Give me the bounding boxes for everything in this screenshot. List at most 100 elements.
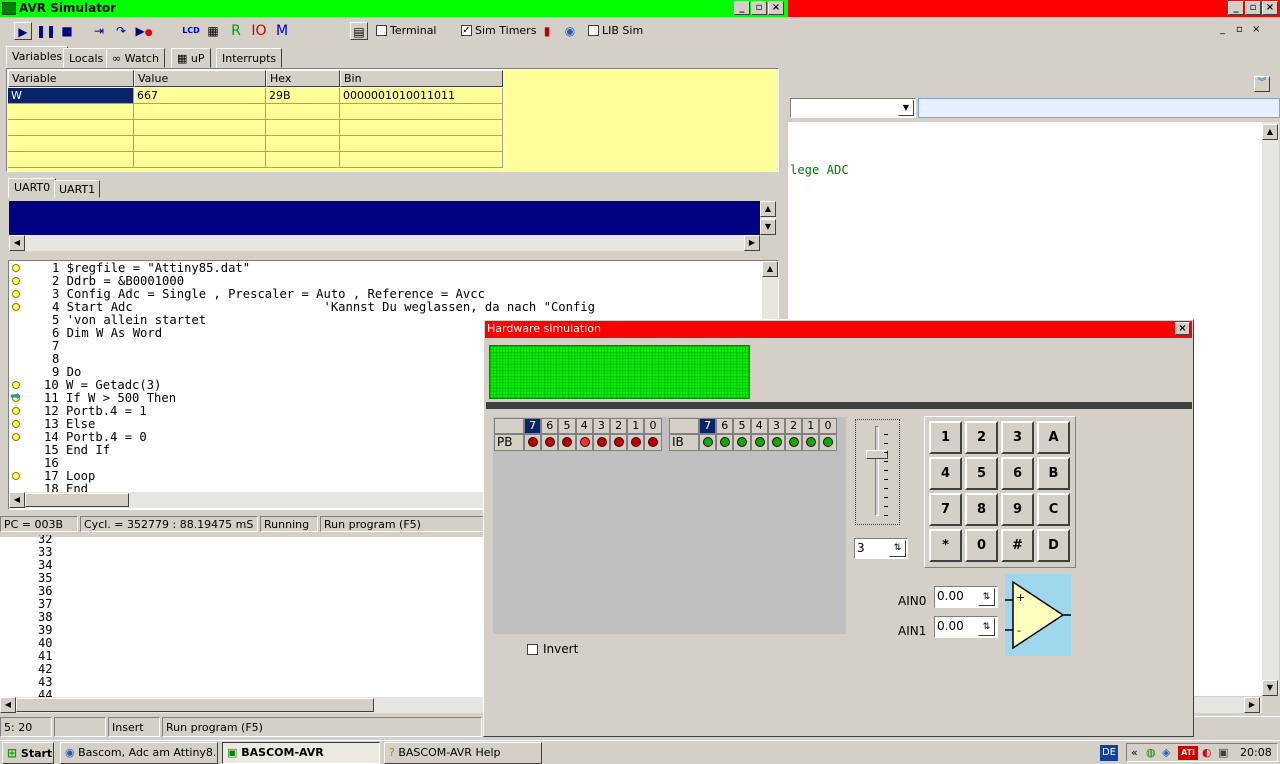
clock[interactable]: 20:08 xyxy=(1240,746,1272,759)
io-button[interactable]: IO xyxy=(248,22,270,40)
breakpoint-marker-icon[interactable] xyxy=(12,303,20,311)
keypad-key[interactable]: 4 xyxy=(929,457,962,490)
var-empty-cell[interactable] xyxy=(340,120,503,136)
var-column-header[interactable]: Bin xyxy=(340,70,503,87)
led-icon[interactable] xyxy=(737,437,748,447)
led-icon[interactable] xyxy=(823,437,834,447)
code-scroll-left-icon[interactable]: ◀ xyxy=(9,492,25,508)
keypad-key[interactable]: 5 xyxy=(965,457,998,490)
var-empty-cell[interactable] xyxy=(134,152,266,168)
run-button[interactable]: ▶ xyxy=(14,22,32,40)
chevron-down-icon[interactable]: ︾ xyxy=(1254,76,1270,92)
var-empty-cell[interactable] xyxy=(266,104,340,120)
mdi-restore-icon[interactable]: ▫ xyxy=(1236,24,1243,35)
scroll-up-arrow-icon[interactable]: ▲ xyxy=(1262,124,1278,140)
var-cell[interactable]: 29B xyxy=(266,88,340,104)
help-icon[interactable]: ◉ xyxy=(562,22,578,40)
breakpoint-marker-icon[interactable] xyxy=(12,407,20,415)
var-empty-cell[interactable] xyxy=(8,152,134,168)
var-cell[interactable]: 667 xyxy=(134,88,266,104)
lower-scroll-left-arrow-icon[interactable]: ◀ xyxy=(0,697,16,713)
led-icon[interactable] xyxy=(703,437,713,447)
hardware-sim-icon[interactable]: ▮ xyxy=(540,22,554,40)
keypad-key[interactable]: 1 xyxy=(929,421,962,454)
led-icon[interactable] xyxy=(789,437,799,447)
var-empty-cell[interactable] xyxy=(340,136,503,152)
bascom-minimize-button[interactable]: _ xyxy=(1228,1,1244,15)
stop-button[interactable]: ■ xyxy=(58,22,76,40)
breakpoint-marker-icon[interactable] xyxy=(12,381,20,389)
port-bit-cell[interactable] xyxy=(627,434,645,451)
var-empty-cell[interactable] xyxy=(134,104,266,120)
var-column-header[interactable]: Value xyxy=(134,70,266,87)
chip-icon[interactable]: ▦ xyxy=(204,22,222,40)
analog-slider[interactable] xyxy=(855,419,900,525)
tray-app-icon[interactable]: ◐ xyxy=(1202,746,1212,759)
led-icon[interactable] xyxy=(631,437,642,447)
breakpoint-marker-icon[interactable] xyxy=(12,277,20,285)
port-bit-cell[interactable] xyxy=(785,434,803,451)
taskbar-item-bascom[interactable]: ▣ BASCOM-AVR xyxy=(222,742,380,764)
port-bit-cell[interactable] xyxy=(699,434,717,451)
var-column-header[interactable]: Variable xyxy=(8,70,134,87)
led-icon[interactable] xyxy=(754,437,765,447)
tray-network-icon[interactable]: ◍ xyxy=(1146,746,1156,759)
breakpoint-marker-icon[interactable] xyxy=(12,433,20,441)
keypad-key[interactable]: C xyxy=(1037,493,1070,526)
tray-update-icon[interactable]: ◈ xyxy=(1162,746,1170,759)
var-cell[interactable]: W xyxy=(8,88,134,104)
scroll-right-arrow-icon[interactable]: ▶ xyxy=(1244,697,1260,713)
led-icon[interactable] xyxy=(648,437,659,447)
uart-scroll-left-icon[interactable]: ◀ xyxy=(9,235,25,251)
port-bit-cell[interactable] xyxy=(575,434,593,451)
taskbar-item-help[interactable]: ? BASCOM-AVR Help xyxy=(384,742,542,764)
slider-value-spin[interactable]: 3 ⇅ xyxy=(854,538,908,559)
led-icon[interactable] xyxy=(579,437,590,447)
keypad-key[interactable]: 9 xyxy=(1001,493,1034,526)
keypad-key[interactable]: A xyxy=(1037,421,1070,454)
keypad-key[interactable]: # xyxy=(1001,529,1034,562)
pause-button[interactable]: ❚❚ xyxy=(36,22,56,40)
port-bit-cell[interactable] xyxy=(802,434,820,451)
ain0-spin-arrows-icon[interactable]: ⇅ xyxy=(978,588,995,606)
port-bit-cell[interactable] xyxy=(750,434,768,451)
port-bit-cell[interactable] xyxy=(592,434,610,451)
port-bit-cell[interactable] xyxy=(733,434,751,451)
run-to-cursor-button[interactable]: ▶● xyxy=(134,22,154,40)
keypad-key[interactable]: 0 xyxy=(965,529,998,562)
port-bit-cell[interactable] xyxy=(767,434,785,451)
lib-sim-checkbox[interactable] xyxy=(588,25,599,36)
language-indicator[interactable]: DE xyxy=(1100,745,1118,761)
var-empty-cell[interactable] xyxy=(134,120,266,136)
step-over-button[interactable]: ↷ xyxy=(112,22,130,40)
tab-uart1[interactable]: UART1 xyxy=(54,180,101,198)
var-empty-cell[interactable] xyxy=(266,152,340,168)
ain1-spin-arrows-icon[interactable]: ⇅ xyxy=(978,618,995,636)
var-empty-cell[interactable] xyxy=(266,120,340,136)
keypad-key[interactable]: * xyxy=(929,529,962,562)
keypad-key[interactable]: 8 xyxy=(965,493,998,526)
var-empty-cell[interactable] xyxy=(340,152,503,168)
bascom-close-button[interactable]: × xyxy=(1262,1,1278,15)
breakpoint-marker-icon[interactable] xyxy=(12,472,20,480)
var-cell[interactable]: 0000001010011011 xyxy=(340,88,503,104)
spin-arrows-icon[interactable]: ⇅ xyxy=(889,540,906,557)
port-bit-cell[interactable] xyxy=(541,434,559,451)
keypad-key[interactable]: 3 xyxy=(1001,421,1034,454)
tab-up[interactable]: ▦ uP xyxy=(171,48,211,68)
code-hscroll-thumb[interactable] xyxy=(25,493,129,507)
port-bit-cell[interactable] xyxy=(819,434,837,451)
simulator-maximize-button[interactable]: ▫ xyxy=(751,1,767,15)
mdi-close-icon[interactable]: × xyxy=(1252,24,1260,35)
ain0-spin[interactable]: 0.00 ⇅ xyxy=(934,586,998,608)
code-line[interactable]: 6 Dim W As Word xyxy=(52,327,162,340)
uart-scroll-right-icon[interactable]: ▶ xyxy=(744,235,760,251)
terminal-checkbox[interactable] xyxy=(376,25,387,36)
keypad-key[interactable]: 6 xyxy=(1001,457,1034,490)
ain1-spin[interactable]: 0.00 ⇅ xyxy=(934,616,998,638)
lcd-icon[interactable]: LCD xyxy=(180,22,202,40)
invert-checkbox[interactable] xyxy=(527,644,538,655)
step-into-button[interactable]: ⇥ xyxy=(90,22,108,40)
bascom-maximize-button[interactable]: ▫ xyxy=(1245,1,1261,15)
led-icon[interactable] xyxy=(720,437,731,447)
